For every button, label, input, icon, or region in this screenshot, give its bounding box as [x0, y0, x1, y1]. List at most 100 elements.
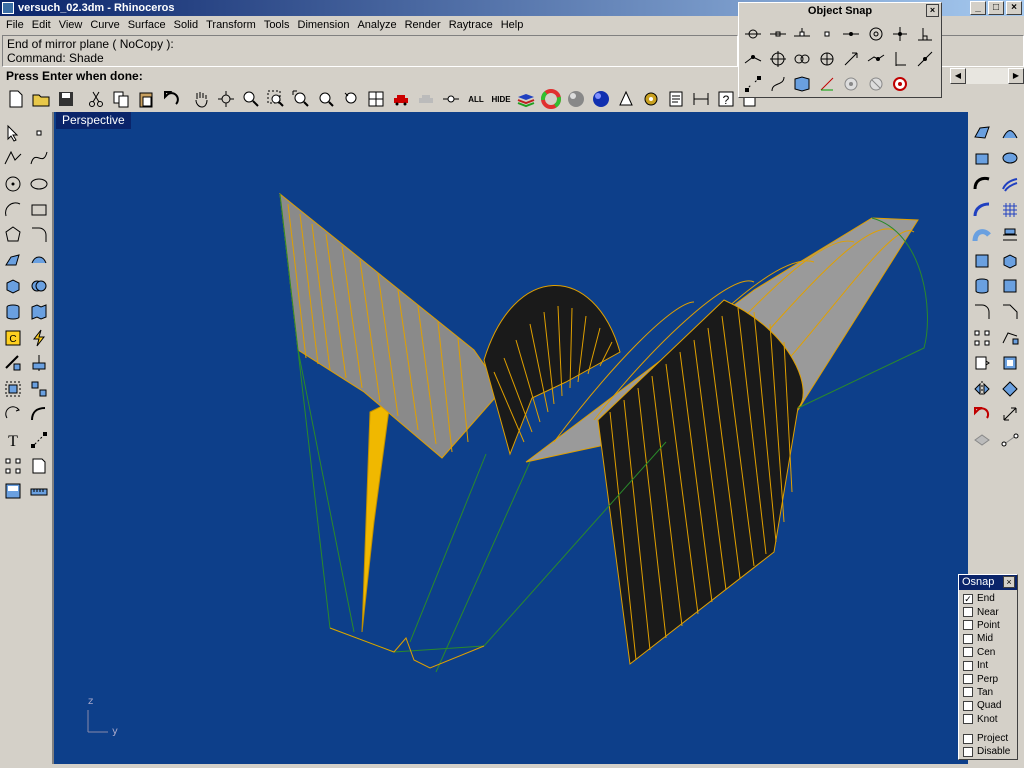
control-points-button[interactable]	[0, 453, 26, 479]
snap-tan-button[interactable]	[741, 46, 766, 71]
extrude-button[interactable]	[968, 146, 996, 172]
osnap-option-mid[interactable]: Mid	[963, 632, 1017, 645]
menu-file[interactable]: File	[2, 16, 28, 34]
fillet-tool-button[interactable]	[26, 222, 52, 248]
rotate-tool-button[interactable]	[0, 402, 26, 428]
osnap-option-point[interactable]: Point	[963, 619, 1017, 632]
command-prompt[interactable]: Press Enter when done:	[2, 68, 738, 84]
object-snap-close-button[interactable]: ×	[926, 4, 939, 17]
checkbox-icon[interactable]	[963, 674, 973, 685]
zoom-selected-button[interactable]	[314, 87, 338, 111]
patch-tool-button[interactable]	[26, 248, 52, 274]
point-tool-button[interactable]	[26, 120, 52, 146]
checkbox-icon[interactable]	[963, 733, 973, 744]
zoom-extents-button[interactable]	[289, 87, 313, 111]
distance-button[interactable]	[689, 87, 713, 111]
snap-mid-button[interactable]	[815, 21, 840, 46]
snap-near-button[interactable]	[766, 21, 791, 46]
menu-analyze[interactable]: Analyze	[353, 16, 400, 34]
osnap-option-project[interactable]: Project	[963, 732, 1017, 745]
snap-between-button[interactable]	[913, 46, 938, 71]
snap-cplane-button[interactable]	[815, 71, 840, 96]
osnap-panel-close-button[interactable]: ×	[1003, 576, 1015, 588]
snap-circle-button[interactable]	[815, 46, 840, 71]
render-tool-button[interactable]	[0, 478, 26, 504]
settings-button[interactable]	[639, 87, 663, 111]
car-render-button[interactable]	[389, 87, 413, 111]
spotlight-button[interactable]	[614, 87, 638, 111]
menu-raytrace[interactable]: Raytrace	[445, 16, 497, 34]
osnap-option-near[interactable]: Near	[963, 605, 1017, 618]
minimize-button[interactable]: _	[970, 1, 986, 15]
scroll-left-icon[interactable]: ◀	[950, 68, 966, 84]
point-pair-button[interactable]	[996, 427, 1024, 453]
save-button[interactable]	[54, 87, 78, 111]
properties-button[interactable]	[664, 87, 688, 111]
undo-view-button[interactable]	[339, 87, 363, 111]
undo-move-button[interactable]	[968, 402, 996, 428]
perspective-viewport[interactable]: Perspective z y	[52, 112, 968, 764]
four-view-button[interactable]	[364, 87, 388, 111]
cylinder-solid-button[interactable]	[968, 274, 996, 300]
project-button[interactable]	[996, 350, 1024, 376]
help-button[interactable]: ?	[714, 87, 738, 111]
orient-button[interactable]	[996, 376, 1024, 402]
ruler-tool-button[interactable]	[26, 478, 52, 504]
menu-transform[interactable]: Transform	[202, 16, 260, 34]
osnap-option-perp[interactable]: Perp	[963, 672, 1017, 685]
osnap-option-end[interactable]: ✓ End	[963, 592, 1017, 605]
checkbox-icon[interactable]	[963, 687, 973, 698]
trim-tool-button[interactable]	[0, 350, 26, 376]
rebuild-button[interactable]	[996, 325, 1024, 351]
circle-tool-button[interactable]	[0, 171, 26, 197]
hide-button[interactable]: HIDE	[489, 87, 513, 111]
chamfer-button[interactable]	[996, 299, 1024, 325]
osnap-option-tan[interactable]: Tan	[963, 686, 1017, 699]
osnap-panel-title-bar[interactable]: Osnap ×	[959, 575, 1017, 590]
snap-disable-button[interactable]	[864, 71, 889, 96]
layers-button[interactable]	[514, 87, 538, 111]
points-on-button[interactable]	[968, 325, 996, 351]
zoom-window-button[interactable]	[264, 87, 288, 111]
point-select-button[interactable]	[439, 87, 463, 111]
shaded-sphere-button[interactable]	[564, 87, 588, 111]
explode-tool-button[interactable]: C	[0, 325, 26, 351]
polyline-tool-button[interactable]	[0, 146, 26, 172]
snap-curve-button[interactable]	[766, 71, 791, 96]
drafting-tool-button[interactable]	[26, 453, 52, 479]
snap-off-button[interactable]	[888, 71, 913, 96]
menu-render[interactable]: Render	[401, 16, 445, 34]
cylinder-tool-button[interactable]	[0, 299, 26, 325]
snap-from-button[interactable]	[864, 46, 889, 71]
rotate-view-button[interactable]	[214, 87, 238, 111]
checkbox-icon[interactable]	[963, 620, 973, 631]
curve-tool-button[interactable]	[26, 146, 52, 172]
pan-button[interactable]	[189, 87, 213, 111]
box-solid-button[interactable]	[996, 248, 1024, 274]
close-button[interactable]: ×	[1006, 1, 1022, 15]
render-sphere-button[interactable]	[589, 87, 613, 111]
snap-int-button[interactable]	[888, 21, 913, 46]
box-tool-button[interactable]	[0, 274, 26, 300]
snap-points-button[interactable]	[741, 71, 766, 96]
network-surface-button[interactable]	[996, 197, 1024, 223]
checkbox-icon[interactable]	[963, 633, 973, 644]
unroll-button[interactable]	[968, 350, 996, 376]
viewport-title[interactable]: Perspective	[56, 112, 131, 129]
checkbox-icon[interactable]	[963, 746, 973, 757]
loft-button[interactable]	[996, 120, 1024, 146]
menu-curve[interactable]: Curve	[86, 16, 123, 34]
snap-knot-button[interactable]	[790, 46, 815, 71]
snap-along-button[interactable]	[888, 46, 913, 71]
snap-arrow-button[interactable]	[839, 46, 864, 71]
checkbox-icon[interactable]	[963, 647, 973, 658]
maximize-button[interactable]: □	[988, 1, 1004, 15]
scroll-track[interactable]	[966, 68, 1008, 84]
checkbox-icon[interactable]	[963, 607, 973, 618]
rectangle-tool-button[interactable]	[26, 197, 52, 223]
snap-end-button[interactable]	[741, 21, 766, 46]
menu-help[interactable]: Help	[497, 16, 528, 34]
ellipse-tool-button[interactable]	[26, 171, 52, 197]
scale-button[interactable]	[996, 402, 1024, 428]
osnap-option-cen[interactable]: Cen	[963, 646, 1017, 659]
